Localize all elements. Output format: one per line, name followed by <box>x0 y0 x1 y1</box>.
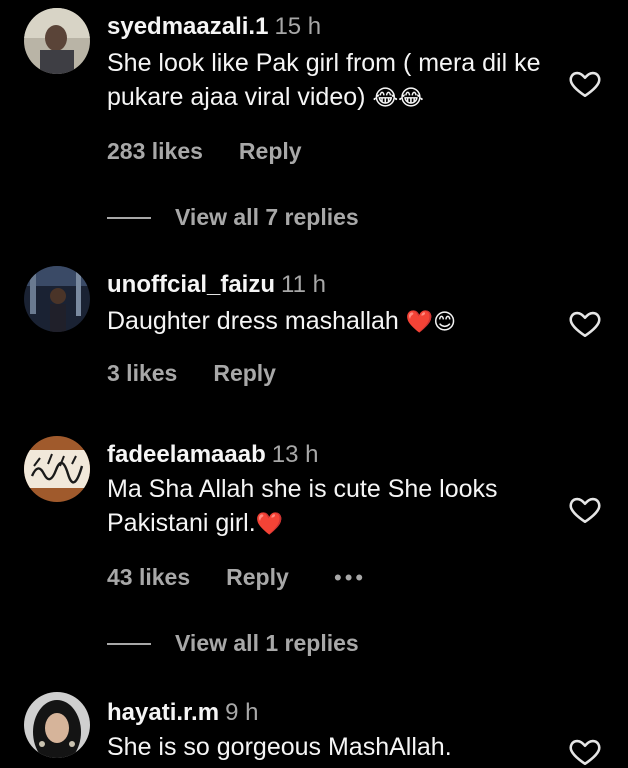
comment-text: She look like Pak girl from ( mera dil k… <box>107 46 547 115</box>
divider-line <box>107 642 151 645</box>
view-replies-label: View all 7 replies <box>175 204 359 230</box>
reply-button[interactable]: Reply <box>226 564 289 590</box>
emoji: ❤️ <box>255 511 284 536</box>
heart-icon[interactable] <box>567 66 603 100</box>
avatar-image <box>24 266 90 332</box>
username[interactable]: hayati.r.m <box>107 699 219 726</box>
comment-body: unoffcial_faizu 11 h Daughter dress masha… <box>107 270 538 339</box>
view-replies-button[interactable]: View all 7 replies <box>107 204 359 231</box>
comment-meta: 283 likes Reply <box>107 138 338 165</box>
comment-text: Ma Sha Allah she is cute She looks Pakis… <box>107 472 557 541</box>
comment-text-content: Ma Sha Allah she is cute She looks Pakis… <box>107 475 498 537</box>
emoji: ❤️😊 <box>405 309 457 334</box>
likes-count[interactable]: 43 likes <box>107 564 190 590</box>
avatar[interactable] <box>24 266 90 332</box>
comment-body: syedmaazali.1 15 h She look like Pak girl… <box>107 12 540 115</box>
view-replies-button[interactable]: View all 1 replies <box>107 630 359 657</box>
avatar[interactable] <box>24 692 90 758</box>
more-options-icon[interactable]: ••• <box>334 565 366 591</box>
reply-button[interactable]: Reply <box>239 138 302 164</box>
comment-text-content: She look like Pak girl from ( mera dil k… <box>107 49 541 111</box>
comment-body: fadeelamaaab 13 h Ma Sha Allah she is cut… <box>107 440 538 541</box>
timestamp: 15 h <box>274 13 322 40</box>
comment-text: She is so gorgeous MashAllah. <box>107 730 538 764</box>
heart-icon[interactable] <box>567 492 603 526</box>
heart-icon[interactable] <box>567 306 603 340</box>
likes-count[interactable]: 283 likes <box>107 138 203 164</box>
avatar[interactable] <box>24 8 90 74</box>
likes-count[interactable]: 3 likes <box>107 360 177 386</box>
heart-icon[interactable] <box>567 734 603 768</box>
avatar-image <box>24 436 90 502</box>
avatar[interactable] <box>24 436 90 502</box>
reply-button[interactable]: Reply <box>213 360 276 386</box>
timestamp: 11 h <box>281 271 326 298</box>
comment-meta: 43 likes Reply <box>107 564 325 591</box>
comment-text-content: Daughter dress mashallah <box>107 307 399 335</box>
comment-text-content: She is so gorgeous MashAllah. <box>107 733 452 761</box>
comment-body: hayati.r.m 9 h She is so gorgeous MashAll… <box>107 698 538 764</box>
view-replies-label: View all 1 replies <box>175 630 359 656</box>
username[interactable]: syedmaazali.1 <box>107 13 268 40</box>
emoji: 😂😂 <box>372 85 424 110</box>
username[interactable]: unoffcial_faizu <box>107 271 275 298</box>
avatar-image <box>24 8 90 74</box>
username[interactable]: fadeelamaaab <box>107 441 266 468</box>
divider-line <box>107 216 151 219</box>
timestamp: 13 h <box>271 441 319 468</box>
comment-meta: 3 likes Reply <box>107 360 312 387</box>
comment-text: Daughter dress mashallah ❤️😊 <box>107 304 538 339</box>
avatar-image <box>24 692 90 758</box>
timestamp: 9 h <box>225 699 259 726</box>
